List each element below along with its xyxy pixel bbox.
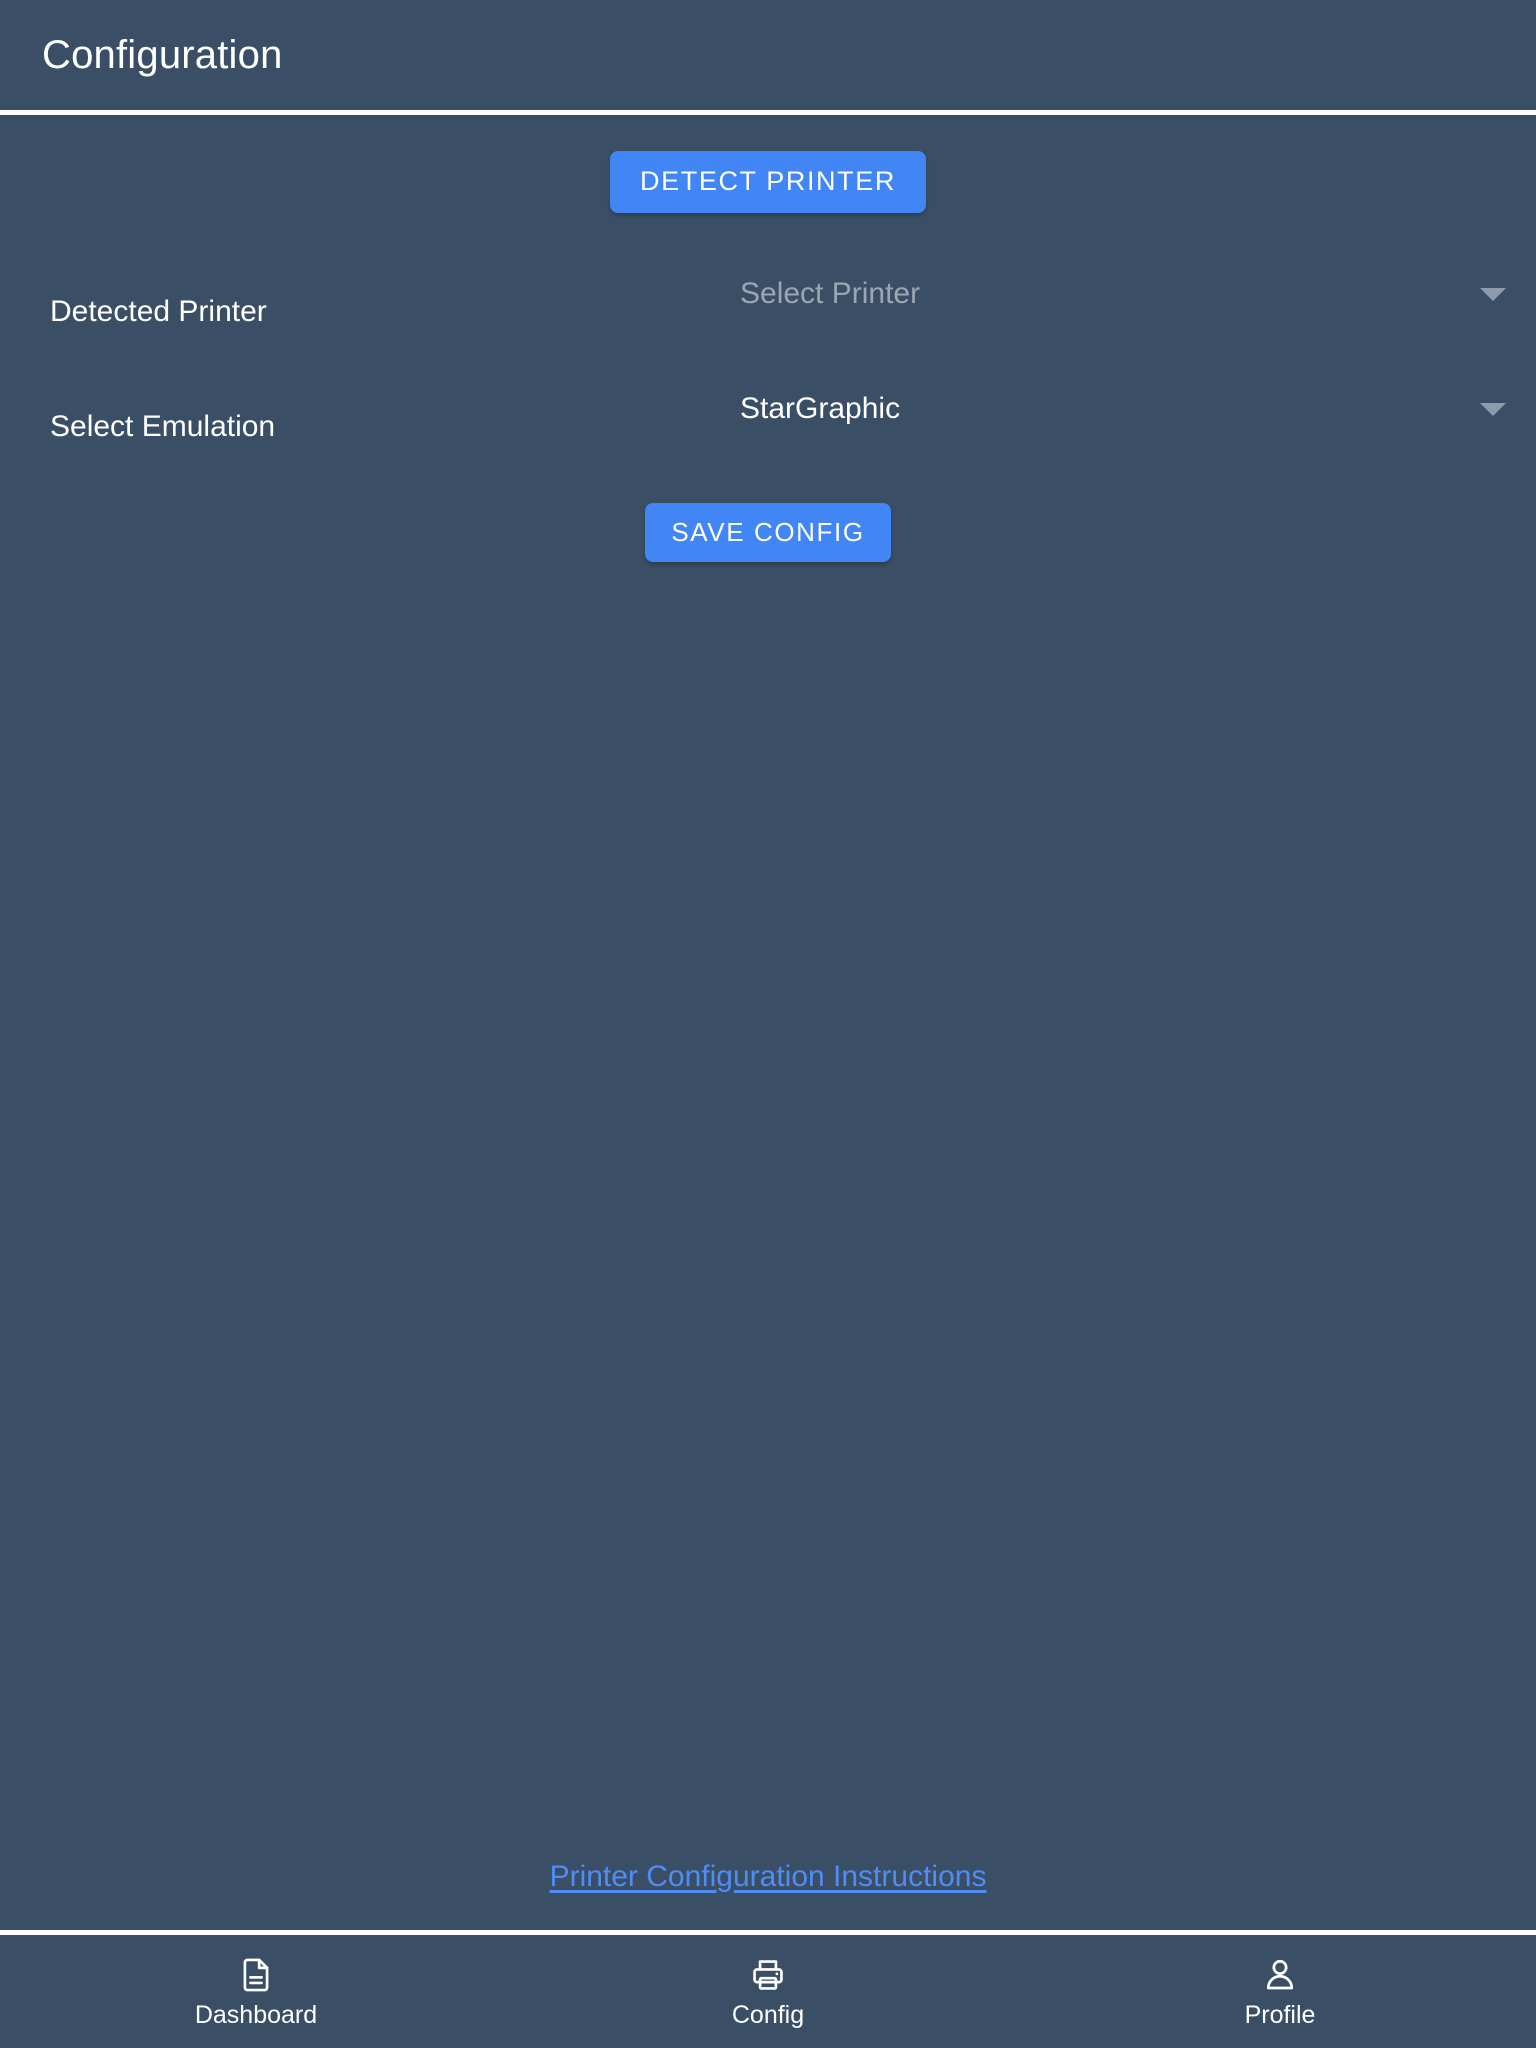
- detected-printer-label: Detected Printer: [50, 295, 267, 328]
- nav-item-dashboard[interactable]: Dashboard: [0, 1956, 512, 2028]
- field-row-select-emulation: Select Emulation StarGraphic: [0, 366, 1536, 481]
- save-config-row: SAVE CONFIG: [0, 503, 1536, 562]
- save-config-button[interactable]: SAVE CONFIG: [645, 503, 891, 562]
- nav-item-profile[interactable]: Profile: [1024, 1956, 1536, 2028]
- detected-printer-select[interactable]: Select Printer: [740, 279, 1514, 309]
- bottom-navigation: Dashboard Config Profile: [0, 1930, 1536, 2048]
- printer-icon: [749, 1956, 787, 1994]
- nav-label-config: Config: [731, 2000, 805, 2029]
- field-row-detected-printer: Detected Printer Select Printer: [0, 251, 1536, 366]
- select-emulation-select[interactable]: StarGraphic: [740, 394, 1514, 424]
- app-root: Configuration DETECT PRINTER Detected Pr…: [0, 0, 1536, 2048]
- config-form: Detected Printer Select Printer Select E…: [0, 251, 1536, 481]
- person-icon: [1261, 1956, 1299, 1994]
- detect-printer-button[interactable]: DETECT PRINTER: [610, 151, 926, 213]
- page-title: Configuration: [42, 33, 283, 77]
- chevron-down-icon: [1480, 287, 1506, 301]
- select-emulation-value: StarGraphic: [740, 392, 901, 425]
- footer-link-wrap: Printer Configuration Instructions: [0, 1862, 1536, 1892]
- printer-configuration-instructions-link[interactable]: Printer Configuration Instructions: [550, 1862, 987, 1892]
- document-icon: [237, 1956, 275, 1994]
- main-content: DETECT PRINTER Detected Printer Select P…: [0, 115, 1536, 1930]
- nav-item-config[interactable]: Config: [512, 1956, 1024, 2028]
- select-emulation-label: Select Emulation: [50, 410, 276, 443]
- app-header: Configuration: [0, 0, 1536, 115]
- detect-printer-row: DETECT PRINTER: [0, 151, 1536, 213]
- chevron-down-icon: [1480, 402, 1506, 416]
- detected-printer-value: Select Printer: [740, 277, 921, 310]
- nav-label-profile: Profile: [1244, 2000, 1316, 2029]
- nav-label-dashboard: Dashboard: [194, 2000, 318, 2029]
